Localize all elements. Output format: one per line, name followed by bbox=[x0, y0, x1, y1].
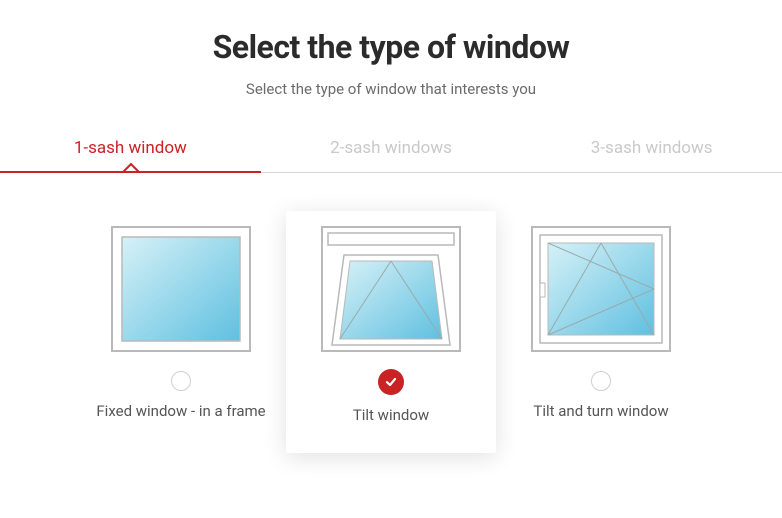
window-tilt-icon bbox=[320, 225, 462, 353]
caret-up-icon bbox=[121, 163, 139, 173]
window-tilt-turn-icon bbox=[530, 225, 672, 353]
option-tilt-turn-window[interactable]: Tilt and turn window bbox=[496, 211, 706, 453]
tab-1-sash[interactable]: 1-sash window bbox=[0, 138, 261, 172]
tab-label: 3-sash windows bbox=[591, 138, 713, 158]
tab-label: 2-sash windows bbox=[330, 138, 452, 158]
option-fixed-window[interactable]: Fixed window - in a frame bbox=[76, 211, 286, 453]
option-label: Tilt and turn window bbox=[508, 401, 694, 421]
radio-checked-icon bbox=[378, 369, 404, 395]
option-label: Fixed window - in a frame bbox=[88, 401, 274, 421]
tab-2-sash[interactable]: 2-sash windows bbox=[261, 138, 522, 172]
radio-unchecked-icon bbox=[591, 371, 611, 391]
sash-tabs: 1-sash window 2-sash windows 3-sash wind… bbox=[0, 138, 782, 173]
option-label: Tilt window bbox=[298, 405, 484, 425]
page-subtitle: Select the type of window that interests… bbox=[0, 80, 782, 98]
page-title: Select the type of window bbox=[0, 28, 782, 66]
window-options: Fixed window - in a frame bbox=[0, 211, 782, 453]
option-tilt-window[interactable]: Tilt window bbox=[286, 211, 496, 453]
tab-3-sash[interactable]: 3-sash windows bbox=[521, 138, 782, 172]
radio-unchecked-icon bbox=[171, 371, 191, 391]
window-fixed-icon bbox=[110, 225, 252, 353]
tab-label: 1-sash window bbox=[74, 138, 187, 158]
check-icon bbox=[384, 375, 398, 389]
